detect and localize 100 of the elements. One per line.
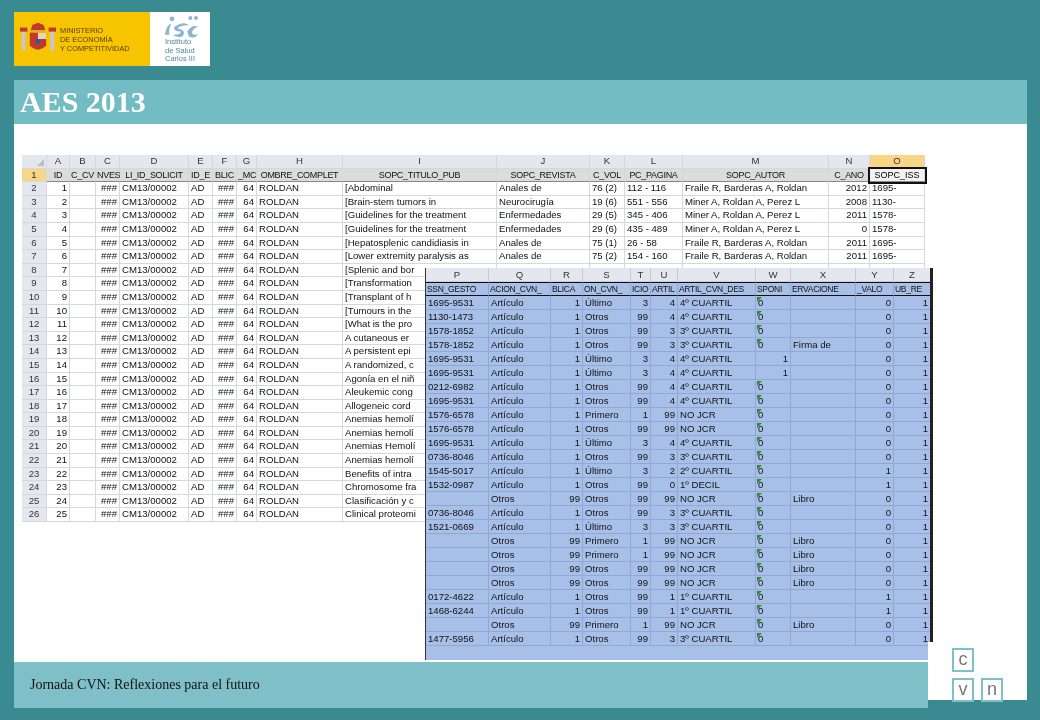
table-cell: Libro xyxy=(791,618,856,632)
table-cell: 25 xyxy=(47,508,70,523)
table-cell xyxy=(70,467,96,482)
row-header[interactable]: 12 xyxy=(22,318,47,332)
table-cell: 0 xyxy=(856,562,894,576)
table-cell: Libro xyxy=(791,492,856,506)
column-header[interactable]: D xyxy=(120,155,189,169)
table-cell: NO JCR xyxy=(678,422,756,436)
column-header[interactable]: S xyxy=(583,268,631,282)
table-cell: [Hepatosplenic candidiasis in xyxy=(343,236,497,251)
table-cell: 1 xyxy=(551,422,583,436)
column-header[interactable]: L xyxy=(625,155,683,169)
column-header[interactable]: I xyxy=(343,155,497,169)
table-cell: AD xyxy=(189,454,213,468)
row-header[interactable]: 19 xyxy=(22,413,47,427)
row-header[interactable]: 26 xyxy=(22,508,47,523)
column-header[interactable]: T xyxy=(631,268,651,282)
column-header[interactable]: Z xyxy=(894,268,930,282)
table-cell: ### xyxy=(213,304,237,319)
table-cell: Enfermedades xyxy=(497,222,590,237)
table-cell xyxy=(791,450,856,464)
table-cell: 64 xyxy=(237,481,257,495)
table-cell: 19 (6) xyxy=(590,195,625,210)
table-cell: 0 xyxy=(756,464,791,478)
error-indicator-icon xyxy=(757,605,762,610)
table-cell: 18 xyxy=(47,413,70,427)
column-header[interactable]: A xyxy=(47,155,70,169)
column-header[interactable]: F xyxy=(213,155,237,169)
table-cell: 1578-1852 xyxy=(426,324,489,338)
select-all-icon[interactable] xyxy=(37,158,44,166)
column-header[interactable]: C xyxy=(96,155,120,169)
table-cell: Primero xyxy=(583,548,631,562)
table-cell: ### xyxy=(213,331,237,346)
table-cell: AD xyxy=(189,236,213,251)
column-header[interactable]: G xyxy=(237,155,257,169)
row-header[interactable]: 21 xyxy=(22,440,47,455)
row-header[interactable]: 9 xyxy=(22,277,47,291)
row-header[interactable]: 24 xyxy=(22,481,47,495)
column-header[interactable]: K xyxy=(590,155,625,169)
table-cell: ### xyxy=(96,182,120,196)
table-cell: ROLDAN xyxy=(257,209,343,223)
table-cell: Libro xyxy=(791,548,856,562)
column-header[interactable]: Q xyxy=(489,268,551,282)
table-cell: Primero xyxy=(583,534,631,548)
column-header[interactable]: E xyxy=(189,155,213,169)
table-cell: 435 - 489 xyxy=(625,222,683,237)
row-header[interactable]: 14 xyxy=(22,345,47,359)
table-cell: CM13/00002 xyxy=(120,209,189,223)
row-header[interactable]: 17 xyxy=(22,386,47,400)
column-header[interactable]: R xyxy=(551,268,583,282)
table-cell: 0 xyxy=(756,310,791,324)
table-cell: 1º DECIL xyxy=(678,478,756,492)
row-header[interactable]: 22 xyxy=(22,454,47,468)
column-header[interactable]: Y xyxy=(856,268,894,282)
table-cell: ARTIL_CVN_DES xyxy=(678,282,756,296)
column-header[interactable]: N xyxy=(829,155,870,169)
table-cell: ROLDAN xyxy=(257,277,343,291)
table-cell: 1 xyxy=(894,576,930,590)
table-cell: 99 xyxy=(631,450,651,464)
table-cell: Artículo xyxy=(489,422,551,436)
column-header[interactable]: X xyxy=(791,268,856,282)
column-header[interactable]: J xyxy=(497,155,590,169)
table-cell xyxy=(426,548,489,562)
table-cell: 1 xyxy=(631,534,651,548)
table-cell: ACION_CVN_ xyxy=(489,282,551,296)
row-header[interactable]: 7 xyxy=(22,250,47,264)
table-cell: ROLDAN xyxy=(257,440,343,455)
table-cell: AD xyxy=(189,508,213,523)
column-header[interactable]: U xyxy=(651,268,678,282)
table-cell: 1 xyxy=(551,450,583,464)
table-cell: 3º CUARTIL xyxy=(678,338,756,352)
table-cell: ### xyxy=(96,481,120,495)
column-header[interactable]: B xyxy=(70,155,96,169)
column-header[interactable]: M xyxy=(683,155,829,169)
table-cell: AD xyxy=(189,386,213,400)
table-cell: 3º CUARTIL xyxy=(678,450,756,464)
column-header[interactable]: H xyxy=(257,155,343,169)
table-cell: Artículo xyxy=(489,478,551,492)
column-header[interactable]: W xyxy=(756,268,791,282)
table-cell: 7 xyxy=(47,263,70,278)
table-cell: 1 xyxy=(894,590,930,604)
row-header[interactable]: 2 xyxy=(22,182,47,196)
table-cell: 99 xyxy=(631,310,651,324)
footer-text: Jornada CVN: Reflexiones para el futuro xyxy=(30,677,260,693)
column-header[interactable]: V xyxy=(678,268,756,282)
table-cell: 0 xyxy=(756,548,791,562)
table-cell xyxy=(70,331,96,346)
table-cell: 64 xyxy=(237,467,257,482)
table-cell: 64 xyxy=(237,182,257,196)
table-cell: 1468-6244 xyxy=(426,604,489,618)
table-cell: 1532-0987 xyxy=(426,478,489,492)
table-cell: 64 xyxy=(237,413,257,427)
table-cell: 0 xyxy=(756,408,791,422)
table-cell: 64 xyxy=(237,318,257,332)
table-cell: 1 xyxy=(551,324,583,338)
table-cell: ### xyxy=(96,467,120,482)
table-cell: 99 xyxy=(631,492,651,506)
column-header[interactable]: P xyxy=(426,268,489,282)
row-header[interactable]: 4 xyxy=(22,209,47,223)
table-cell: AD xyxy=(189,209,213,223)
